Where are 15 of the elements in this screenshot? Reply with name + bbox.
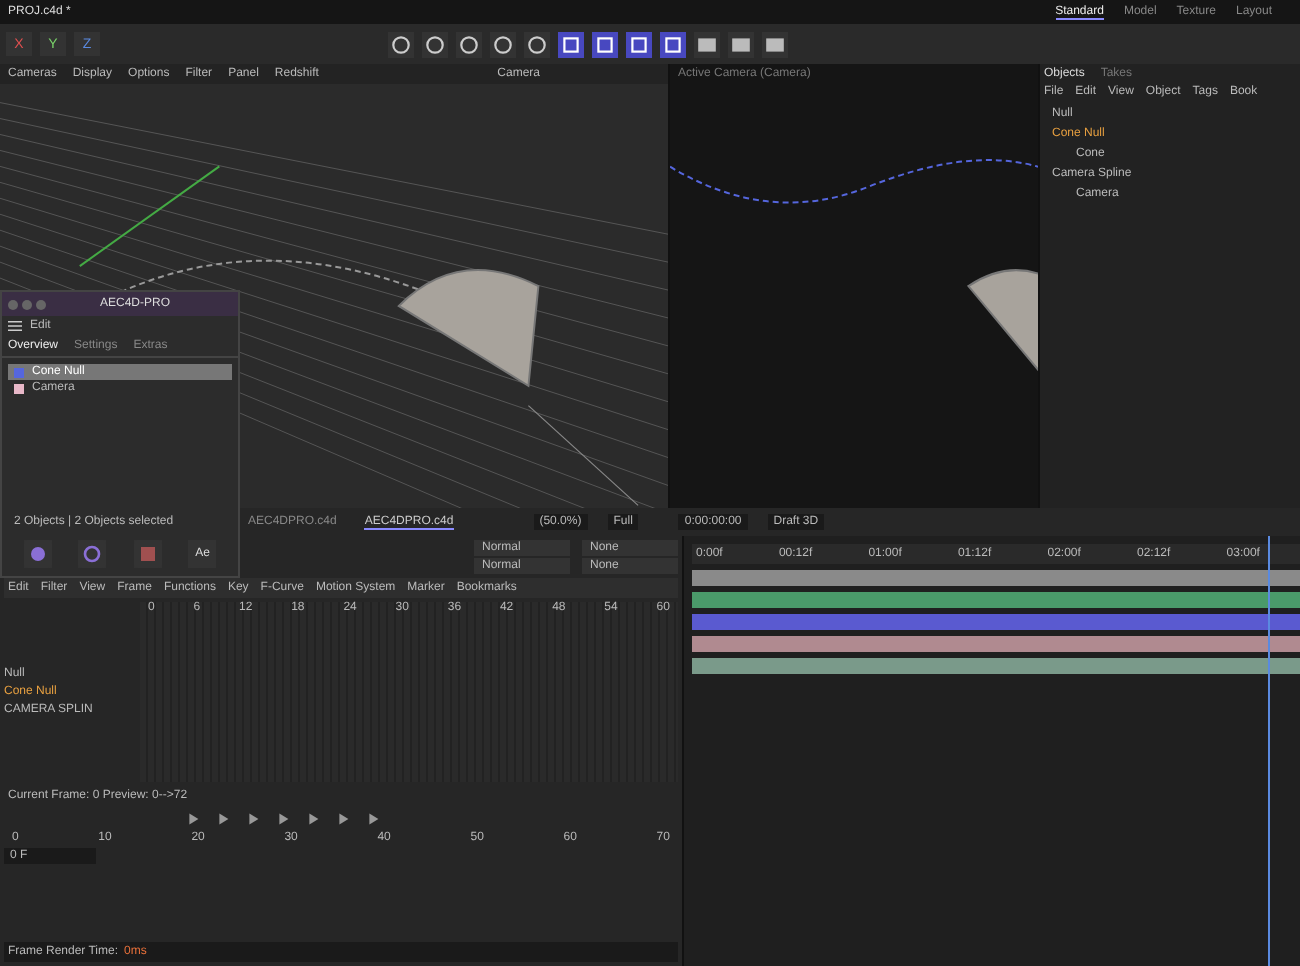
tool-icon[interactable] (456, 31, 482, 57)
render-icon[interactable] (728, 31, 754, 57)
tool-icon[interactable] (524, 31, 550, 57)
tool-icon[interactable] (626, 31, 652, 57)
tool-icon[interactable] (422, 31, 448, 57)
export-icon[interactable] (133, 540, 162, 568)
render-icon[interactable] (762, 31, 788, 57)
tool-icon[interactable] (558, 31, 584, 57)
tool-icon[interactable] (388, 31, 414, 57)
render-icon[interactable] (694, 31, 720, 57)
tool-icon[interactable] (490, 31, 516, 57)
menu-icon[interactable] (8, 320, 22, 332)
refresh-icon[interactable] (78, 540, 107, 568)
tool-icon[interactable] (660, 31, 686, 57)
tool-icon[interactable] (592, 31, 618, 57)
